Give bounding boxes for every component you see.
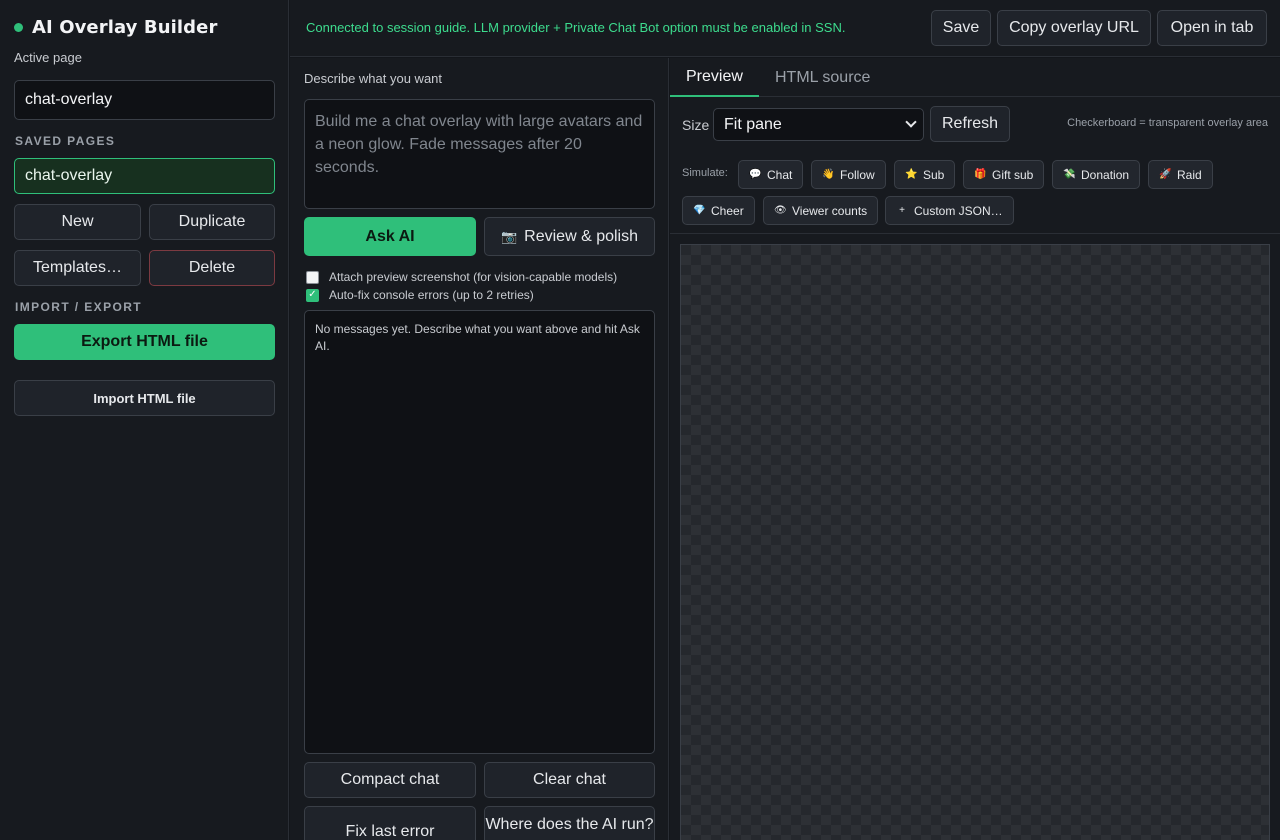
tab-preview[interactable]: Preview <box>670 58 759 97</box>
rocket-icon: 🚀 <box>1159 169 1172 180</box>
refresh-button[interactable]: Refresh <box>930 106 1010 142</box>
preview-tabs: Preview HTML source <box>670 58 1280 97</box>
simulate-chat-button[interactable]: 💬 Chat <box>738 160 804 189</box>
tab-html-source[interactable]: HTML source <box>759 58 886 97</box>
active-page-input[interactable] <box>14 80 275 120</box>
chat-log: No messages yet. Describe what you want … <box>304 310 655 754</box>
simulate-gift-sub-label: Gift sub <box>992 167 1034 182</box>
overlay-preview-canvas[interactable] <box>680 244 1270 840</box>
ask-ai-button[interactable]: Ask AI <box>304 217 476 256</box>
import-export-label: IMPORT / EXPORT <box>15 300 143 314</box>
copy-overlay-url-button[interactable]: Copy overlay URL <box>997 10 1151 46</box>
simulate-custom-json-label: Custom JSON… <box>914 203 1003 218</box>
new-page-button[interactable]: New <box>14 204 141 240</box>
review-polish-label: Review & polish <box>524 227 638 245</box>
where-ai-runs-button[interactable]: Where does the AI run? <box>484 806 655 840</box>
saved-page-item[interactable]: chat-overlay <box>14 158 275 194</box>
open-in-tab-button[interactable]: Open in tab <box>1157 10 1267 46</box>
templates-button[interactable]: Templates… <box>14 250 141 286</box>
simulate-chat-label: Chat <box>767 167 793 182</box>
chat-empty-message: No messages yet. Describe what you want … <box>315 322 640 353</box>
connection-status: Connected to session guide. LLM provider… <box>306 20 846 35</box>
gem-icon: 💎 <box>693 205 706 216</box>
speech-bubble-icon: 💬 <box>749 169 762 180</box>
app-title: AI Overlay Builder <box>32 17 218 38</box>
simulate-follow-button[interactable]: 👋 Follow <box>811 160 886 189</box>
plus-icon: + <box>899 205 905 216</box>
simulate-viewer-counts-label: Viewer counts <box>792 203 868 218</box>
simulate-follow-label: Follow <box>840 167 875 182</box>
attach-screenshot-checkbox[interactable] <box>306 270 319 284</box>
autofix-label: Auto-fix console errors (up to 2 retries… <box>329 288 534 302</box>
attach-screenshot-label: Attach preview screenshot (for vision-ca… <box>329 270 618 284</box>
simulate-cheer-label: Cheer <box>711 203 744 218</box>
simulate-sub-button[interactable]: ⭐ Sub <box>894 160 956 189</box>
divider <box>670 233 1280 234</box>
simulate-cheer-button[interactable]: 💎 Cheer <box>682 196 755 225</box>
star-icon: ⭐ <box>905 169 918 180</box>
prompt-input[interactable] <box>304 99 655 209</box>
compact-chat-button[interactable]: Compact chat <box>304 762 476 798</box>
autofix-row[interactable]: ✓ Auto-fix console errors (up to 2 retri… <box>306 288 534 302</box>
size-label: Size <box>682 117 710 133</box>
composer-panel: Describe what you want Ask AI 📷 Review &… <box>290 58 669 840</box>
review-polish-button[interactable]: 📷 Review & polish <box>484 217 655 256</box>
simulate-gift-sub-button[interactable]: 🎁 Gift sub <box>963 160 1045 189</box>
simulate-donation-button[interactable]: 💸 Donation <box>1052 160 1141 189</box>
preview-panel: Preview HTML source Size Fit pane Refres… <box>670 58 1280 840</box>
composer-heading: Describe what you want <box>304 71 443 86</box>
sidebar: AI Overlay Builder Active page SAVED PAG… <box>0 0 289 840</box>
delete-page-button[interactable]: Delete <box>149 250 275 286</box>
save-button[interactable]: Save <box>931 10 991 46</box>
size-select[interactable]: Fit pane <box>713 108 924 141</box>
eye-icon: 👁 <box>774 205 787 216</box>
simulate-custom-json-button[interactable]: + Custom JSON… <box>885 196 1014 225</box>
checkerboard-note: Checkerboard = transparent overlay area <box>1067 117 1268 129</box>
export-html-button[interactable]: Export HTML file <box>14 324 275 360</box>
simulate-raid-button[interactable]: 🚀 Raid <box>1148 160 1213 189</box>
autofix-checkbox[interactable]: ✓ <box>306 288 319 302</box>
simulate-viewer-counts-button[interactable]: 👁 Viewer counts <box>763 196 879 225</box>
simulate-donation-label: Donation <box>1081 167 1130 182</box>
saved-pages-label: SAVED PAGES <box>15 134 116 148</box>
active-page-label: Active page <box>14 50 82 65</box>
simulate-label: Simulate: <box>682 167 728 179</box>
simulate-raid-label: Raid <box>1177 167 1202 182</box>
camera-icon: 📷 <box>500 228 518 244</box>
money-icon: 💸 <box>1063 169 1076 180</box>
fix-last-error-button[interactable]: Fix last error <box>304 806 476 840</box>
top-bar: Connected to session guide. LLM provider… <box>290 0 1280 57</box>
clear-chat-button[interactable]: Clear chat <box>484 762 655 798</box>
duplicate-page-button[interactable]: Duplicate <box>149 204 275 240</box>
size-select-value: Fit pane <box>724 115 782 133</box>
gift-icon: 🎁 <box>974 169 987 180</box>
brand: AI Overlay Builder <box>14 17 217 38</box>
import-html-button[interactable]: Import HTML file <box>14 380 275 416</box>
chevron-down-icon <box>905 116 917 128</box>
status-dot-icon <box>14 23 23 32</box>
attach-screenshot-row[interactable]: Attach preview screenshot (for vision-ca… <box>306 270 617 284</box>
wave-hand-icon: 👋 <box>822 169 835 180</box>
simulate-sub-label: Sub <box>923 167 945 182</box>
